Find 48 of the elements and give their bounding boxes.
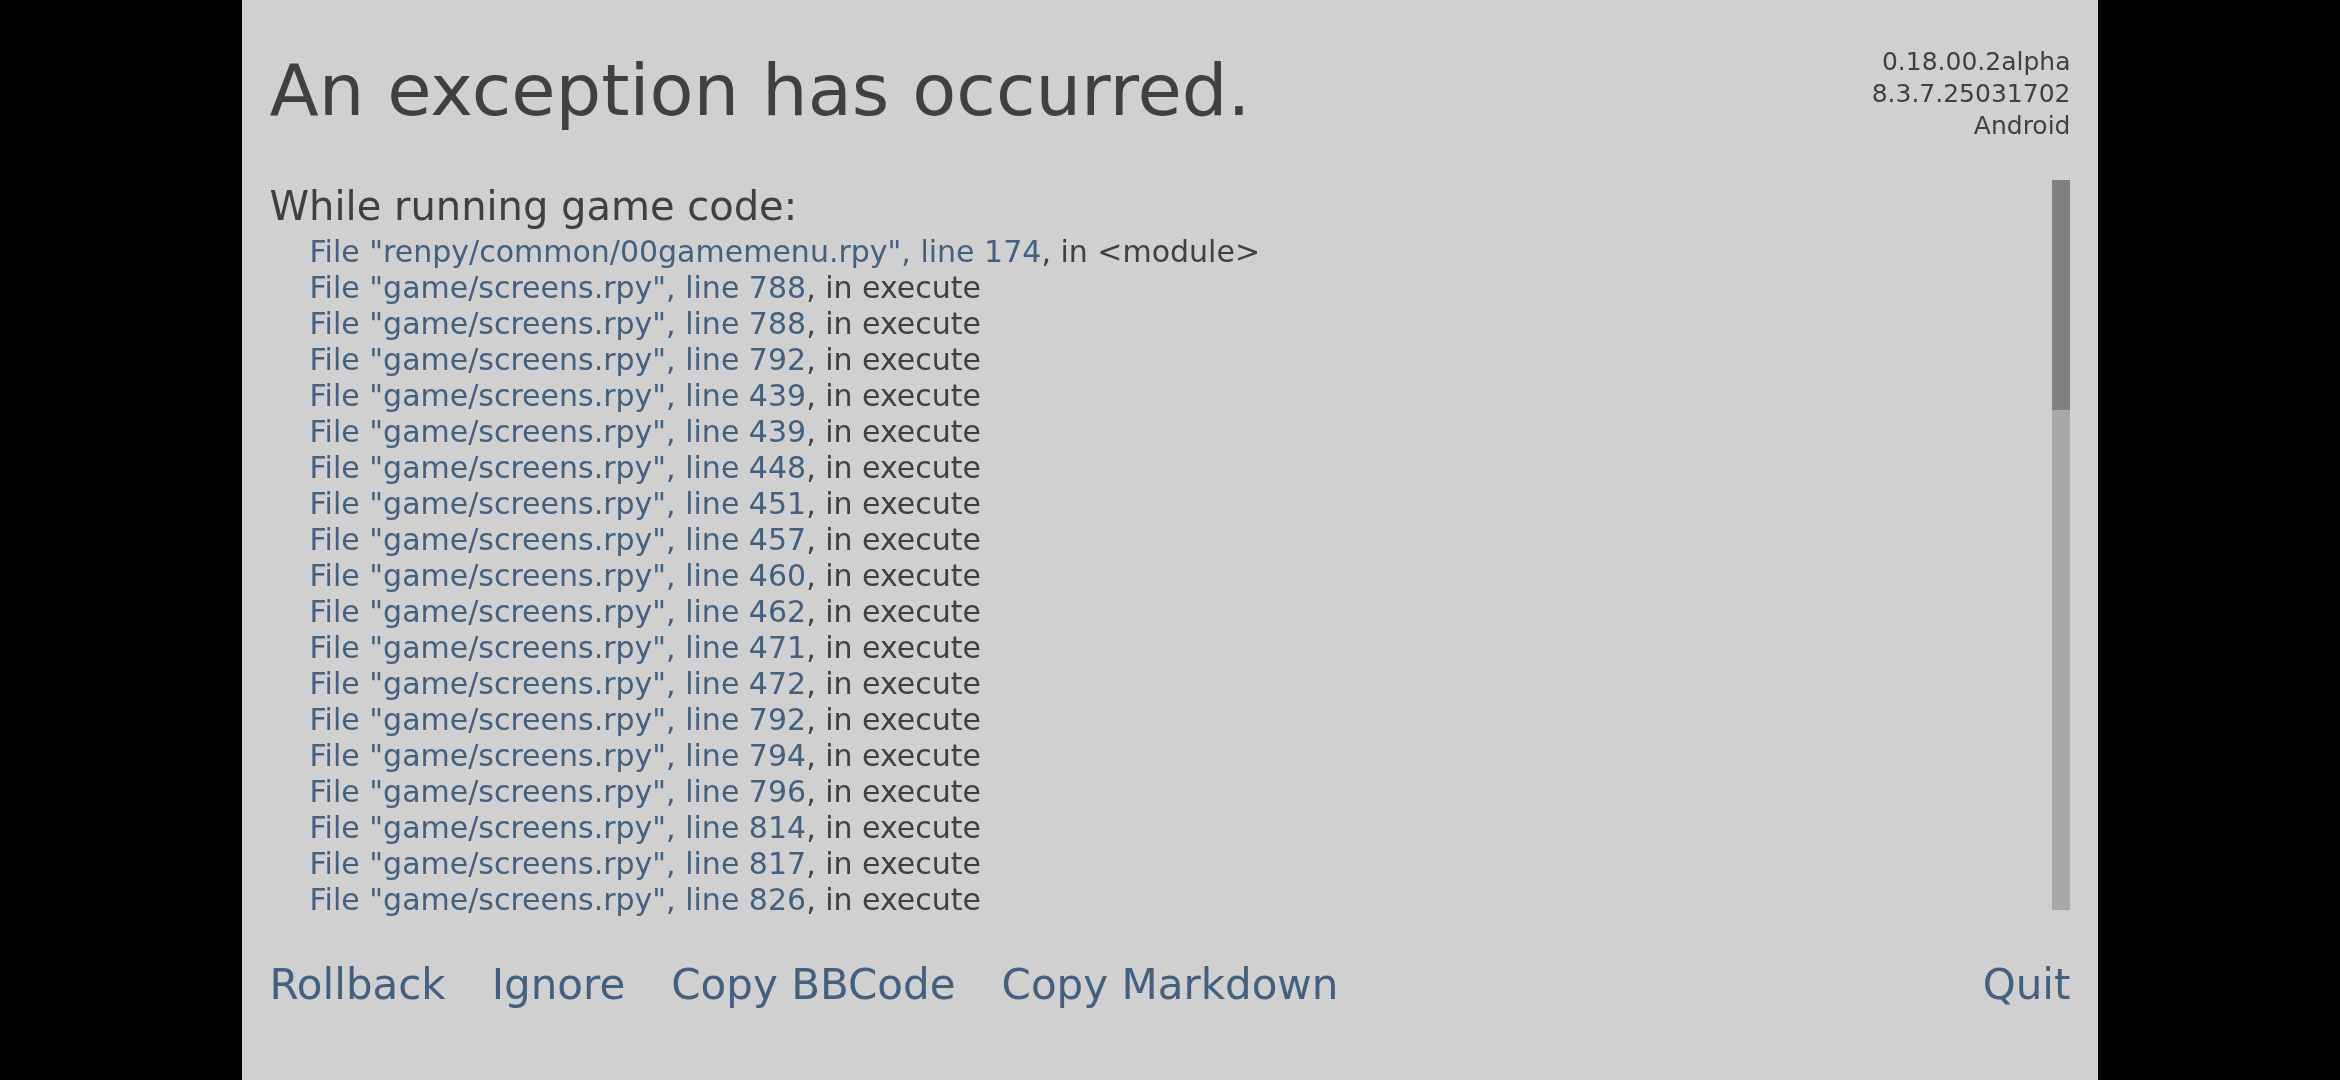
traceback-text: , in execute (806, 378, 982, 413)
traceback-text: , in <module> (1041, 234, 1261, 269)
traceback-text: , in execute (806, 738, 982, 773)
traceback-link[interactable]: File "game/screens.rpy", line 794 (309, 738, 807, 773)
traceback-text: , in execute (806, 450, 982, 485)
scrollbar[interactable] (2052, 180, 2071, 910)
traceback-text: , in execute (806, 702, 982, 737)
traceback-text: , in execute (806, 270, 982, 305)
traceback-text: , in execute (806, 486, 982, 521)
traceback-link[interactable]: File "game/screens.rpy", line 788 (309, 270, 807, 305)
traceback-text: , in execute (806, 306, 982, 341)
traceback-link[interactable]: File "game/screens.rpy", line 826 (309, 882, 807, 917)
traceback-text: , in execute (806, 342, 982, 377)
action-link[interactable]: Rollback (269, 960, 446, 1009)
version-text: 0.18.00.2alpha (1880, 46, 2071, 78)
traceback-text: , in execute (806, 414, 982, 449)
traceback-link[interactable]: File "game/screens.rpy", line 792 (309, 342, 807, 377)
traceback-text: , in execute (806, 846, 982, 881)
action-link[interactable]: Ignore (491, 960, 626, 1009)
action-link[interactable]: Copy BBCode (671, 960, 956, 1009)
traceback-text: , in execute (806, 558, 982, 593)
traceback-link[interactable]: File "renpy/common/00gamemenu.rpy", line 174 (309, 234, 1042, 269)
traceback-text: , in execute (806, 594, 982, 629)
traceback-link[interactable]: File "game/screens.rpy", line 451 (309, 486, 807, 521)
traceback-link[interactable]: File "game/screens.rpy", line 472 (309, 666, 807, 701)
traceback-text: , in execute (806, 522, 982, 557)
traceback-text: , in execute (806, 774, 982, 809)
traceback-text: , in execute (806, 666, 982, 701)
traceback-link[interactable]: File "game/screens.rpy", line 814 (309, 810, 807, 845)
traceback-link[interactable]: File "game/screens.rpy", line 460 (309, 558, 807, 593)
traceback-link[interactable]: File "game/screens.rpy", line 457 (309, 522, 807, 557)
traceback-link[interactable]: File "game/screens.rpy", line 788 (309, 306, 807, 341)
section-heading: While running game code: (269, 182, 799, 231)
traceback-link[interactable]: File "game/screens.rpy", line 439 (309, 414, 807, 449)
traceback-link[interactable]: File "game/screens.rpy", line 817 (309, 846, 807, 881)
traceback-text: , in execute (806, 882, 982, 917)
traceback-link[interactable]: File "game/screens.rpy", line 448 (309, 450, 807, 485)
traceback-link[interactable]: File "game/screens.rpy", line 439 (309, 378, 807, 413)
quit-link[interactable]: Quit (1982, 960, 2071, 1009)
traceback-link[interactable]: File "game/screens.rpy", line 471 (309, 630, 807, 665)
version-text: 8.3.7.25031702 (1871, 78, 2071, 110)
traceback-link[interactable]: File "game/screens.rpy", line 796 (309, 774, 807, 809)
traceback-text: , in execute (806, 630, 982, 665)
traceback-link[interactable]: File "game/screens.rpy", line 792 (309, 702, 807, 737)
traceback-text: , in execute (806, 810, 982, 845)
action-link[interactable]: Copy Markdown (1001, 960, 1339, 1009)
version-text: Android (1972, 110, 2071, 142)
traceback-link[interactable]: File "game/screens.rpy", line 462 (309, 594, 807, 629)
